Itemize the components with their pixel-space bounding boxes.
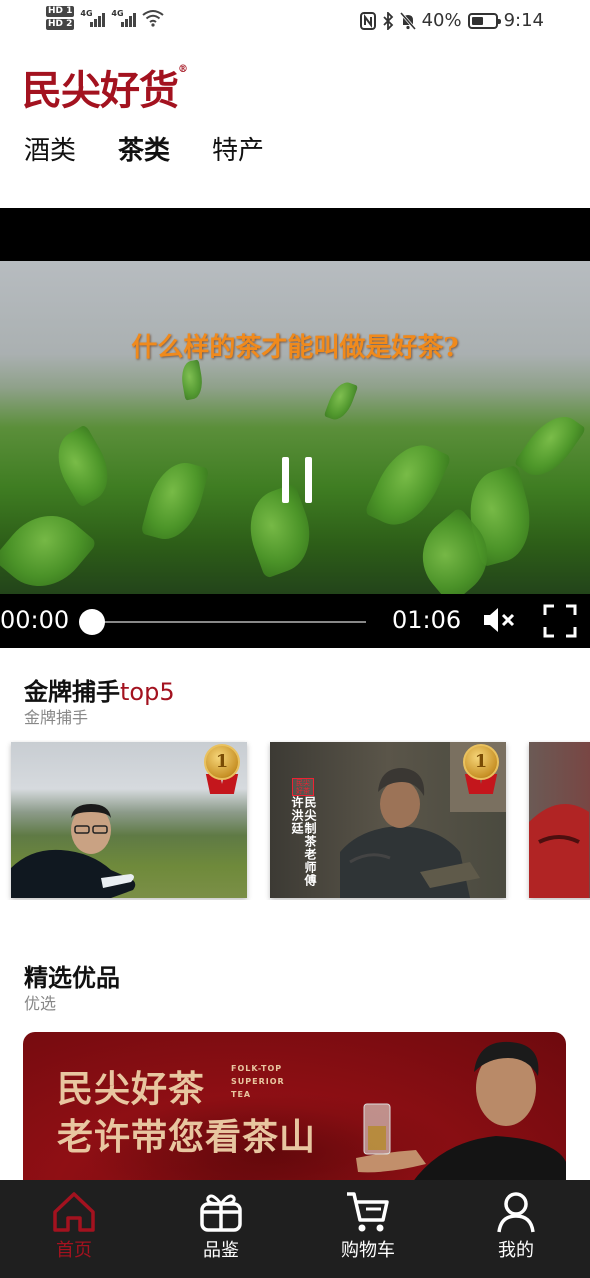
sim1-badge: HD 1 — [46, 6, 75, 17]
current-time: 00:00 — [0, 606, 70, 634]
tab-wine[interactable]: 酒类 — [24, 130, 76, 167]
mute-bell-icon — [399, 11, 416, 30]
bluetooth-icon — [382, 11, 393, 30]
tab-tea[interactable]: 茶类 — [118, 130, 170, 167]
status-right: 40% 9:14 — [359, 10, 544, 31]
bottom-navigation: 首页 品鉴 购物车 我的 — [0, 1180, 590, 1278]
nav-profile[interactable]: 我的 — [456, 1190, 576, 1262]
gold-medal-icon: 1 — [462, 744, 500, 794]
banner-subheadline: 老许带您看茶山 — [57, 1116, 317, 1158]
brand-stamp: 民尖 好茶 — [292, 778, 314, 796]
video-controls: 00:00 01:06 — [0, 594, 590, 648]
sim-indicators: HD 1 HD 2 — [46, 6, 75, 30]
gold-section-subtitle: 金牌捕手 — [24, 708, 89, 727]
gold-cards-carousel[interactable]: 1 民尖 好茶 民尖制茶老师傅 许洪廷 1 — [0, 740, 590, 900]
banner-person-photo — [356, 1041, 566, 1192]
battery-percent: 40% — [421, 10, 462, 31]
selected-section-subtitle: 优选 — [24, 994, 57, 1013]
video-player[interactable]: 什么样的茶才能叫做是好茶? 00:00 01:06 — [0, 208, 590, 648]
clock: 9:14 — [503, 10, 544, 31]
fullscreen-icon[interactable] — [543, 604, 577, 638]
signal-icon-2: 4G — [111, 9, 137, 27]
progress-slider[interactable] — [79, 609, 366, 635]
total-time: 01:06 — [392, 606, 462, 634]
cart-icon — [347, 1192, 389, 1232]
progress-knob[interactable] — [79, 609, 105, 635]
banner-headline: 民尖好茶 — [57, 1068, 206, 1110]
video-frame[interactable]: 什么样的茶才能叫做是好茶? — [0, 261, 590, 594]
gold-section-title: 金牌捕手top5 — [24, 678, 175, 706]
nfc-icon — [359, 11, 376, 30]
status-left: HD 1 HD 2 4G 4G — [46, 6, 165, 30]
selected-section-title: 精选优品 — [24, 964, 120, 992]
gold-card-2[interactable]: 民尖 好茶 民尖制茶老师傅 许洪廷 1 — [270, 742, 506, 898]
app-logo: 民尖好货® — [22, 64, 188, 114]
signal-icon-1: 4G — [80, 9, 106, 27]
nav-cart[interactable]: 购物车 — [308, 1190, 428, 1262]
wifi-icon — [142, 10, 165, 27]
battery-icon — [467, 12, 501, 29]
nav-home[interactable]: 首页 — [14, 1190, 134, 1262]
person-photo — [529, 804, 589, 898]
person-photo — [11, 804, 136, 898]
gold-medal-icon: 1 — [203, 744, 241, 794]
video-caption: 什么样的茶才能叫做是好茶? — [131, 333, 459, 363]
volume-mute-icon[interactable] — [482, 606, 516, 634]
gold-card-1[interactable]: 1 — [11, 742, 247, 898]
tab-specialty[interactable]: 特产 — [212, 130, 264, 167]
gift-icon — [200, 1194, 242, 1232]
status-bar: HD 1 HD 2 4G 4G 40% 9:14 — [0, 0, 590, 44]
category-tabs: 酒类 茶类 特产 — [24, 130, 264, 167]
gold-card-3[interactable] — [529, 742, 590, 898]
nav-tasting[interactable]: 品鉴 — [161, 1190, 281, 1262]
pause-button[interactable] — [282, 457, 312, 503]
card-overlay-text: 民尖制茶老师傅 许洪廷 — [290, 796, 317, 887]
home-icon — [53, 1192, 95, 1232]
user-icon — [497, 1192, 535, 1233]
sim2-badge: HD 2 — [46, 19, 75, 30]
banner-english-tag: FOLK-TOP SUPERIOR TEA — [231, 1064, 285, 1099]
promo-banner[interactable]: 民尖好茶 FOLK-TOP SUPERIOR TEA 老许带您看茶山 — [23, 1032, 566, 1192]
